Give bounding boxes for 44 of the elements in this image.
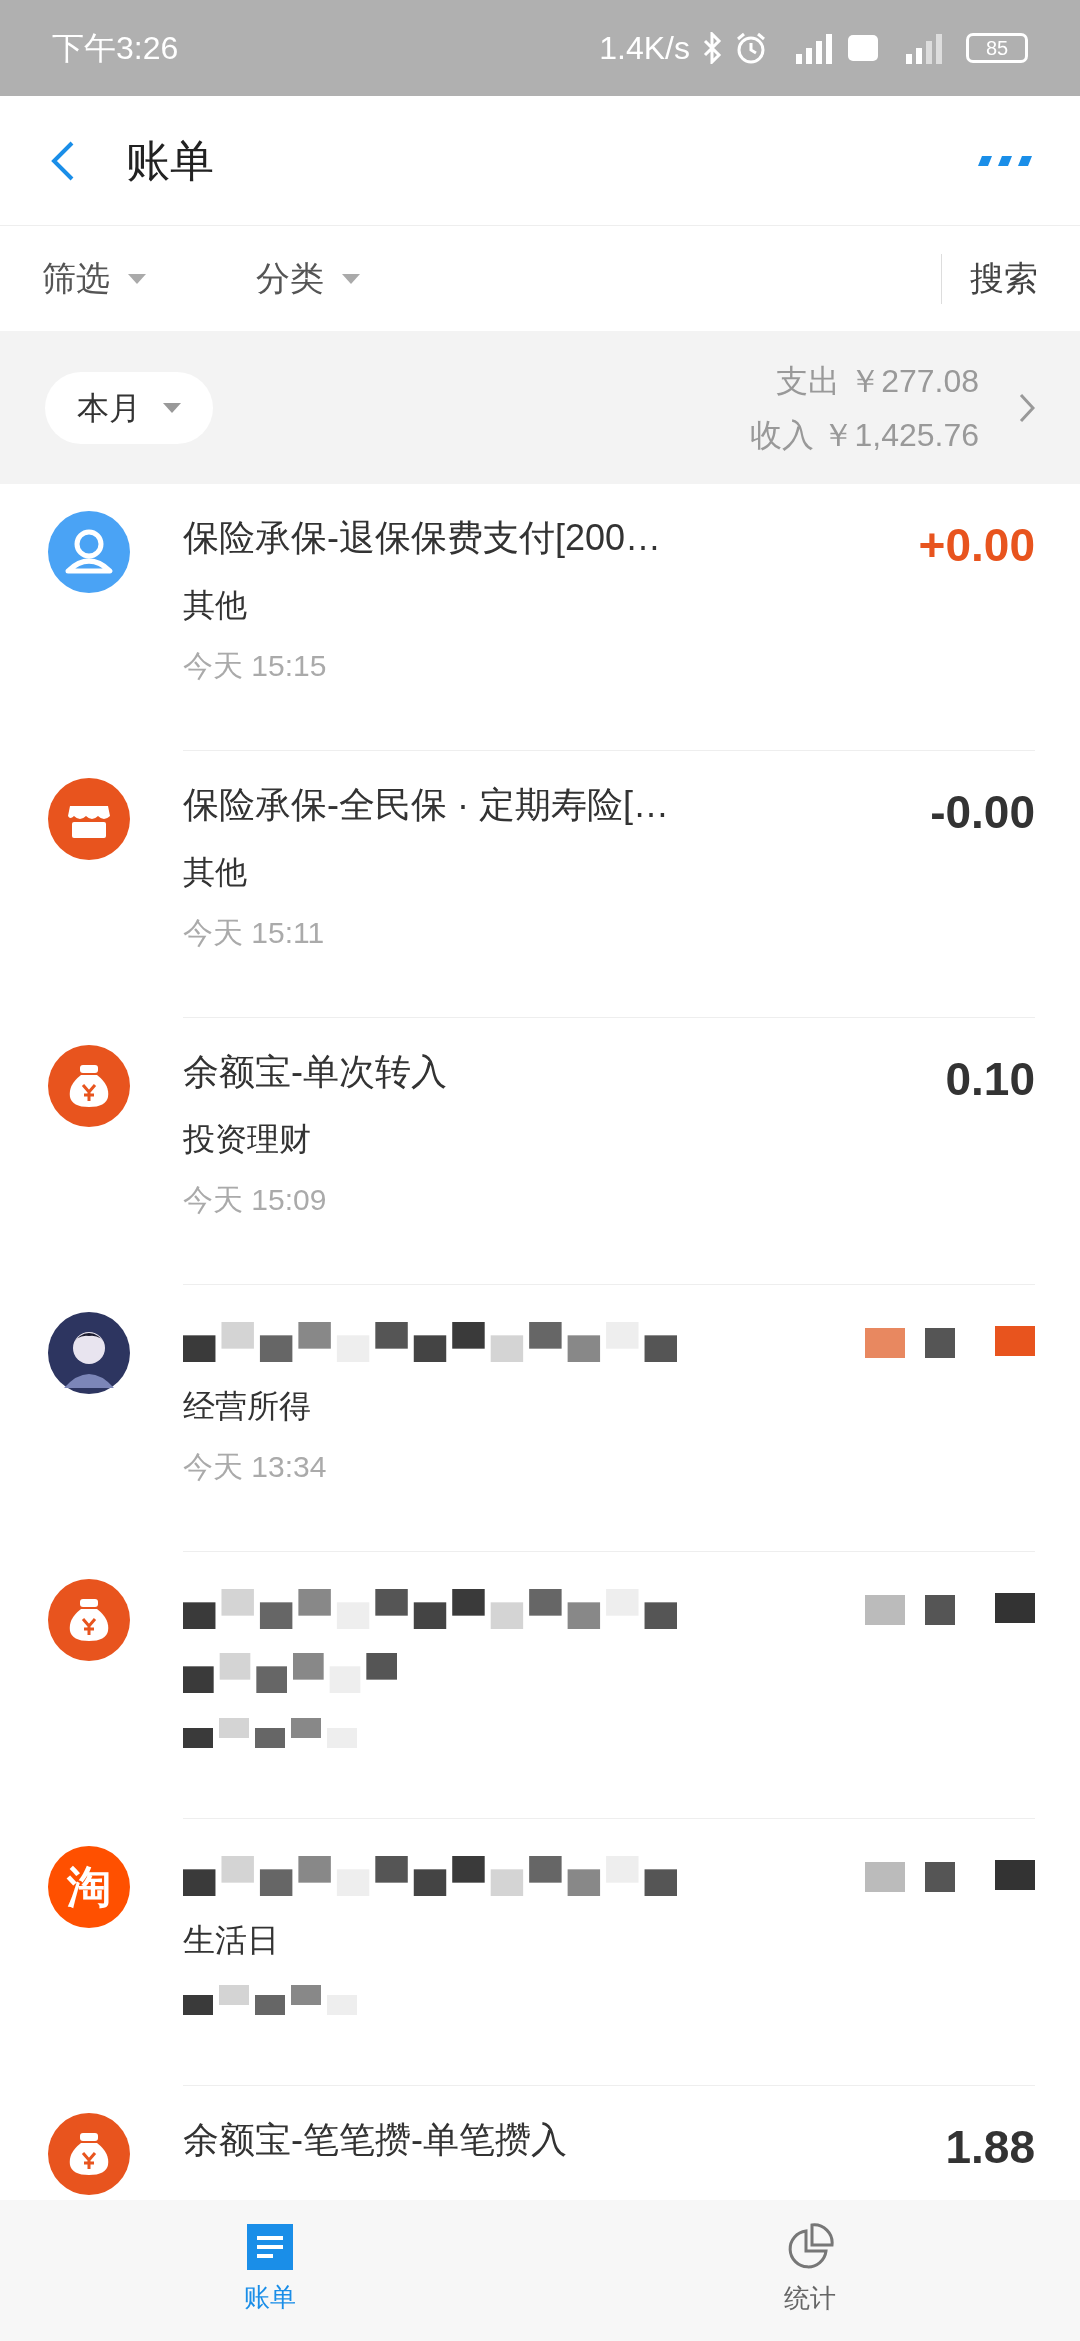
bill-title: 余额宝-笔笔攒-单笔攒入 — [183, 2118, 567, 2162]
person-icon — [48, 511, 130, 593]
chevron-right-icon[interactable] — [1019, 392, 1035, 423]
alarm-icon — [734, 31, 768, 65]
money-bag-icon — [48, 1045, 130, 1127]
bill-amount: 1.88 — [945, 2120, 1035, 2175]
money-bag-icon — [48, 1579, 130, 1661]
status-time: 下午3:26 — [52, 29, 179, 68]
bill-category: 经营所得 — [183, 1387, 311, 1426]
caret-icon — [128, 273, 146, 284]
caret-icon — [342, 273, 360, 284]
more-icon[interactable] — [976, 154, 1032, 167]
bill-category: 生活日 — [183, 1921, 279, 1960]
income-total: 收入 ￥1,425.76 — [749, 415, 979, 455]
tab-item[interactable]: 统计 — [540, 2200, 1080, 2341]
bill-time: 今天 15:09 — [183, 1181, 327, 1218]
search-button[interactable]: 搜索 — [970, 253, 1038, 304]
bluetooth-icon — [702, 32, 722, 64]
filter-dropdown[interactable]: 筛选 — [42, 253, 146, 304]
bill-amount: -0.00 — [930, 785, 1035, 840]
bill-time: 今天 15:11 — [183, 914, 325, 951]
filter-dropdown[interactable]: 分类 — [256, 253, 360, 304]
page-title: 账单 — [126, 134, 214, 187]
money-bag-icon — [48, 2113, 130, 2195]
caret-icon — [163, 402, 181, 413]
expense-total: 支出 ￥277.08 — [776, 361, 979, 401]
network-speed: 1.4K/s — [599, 29, 690, 68]
bill-title: 保险承保-全民保 · 定期寿险[… — [183, 783, 669, 827]
pie-chart-icon — [786, 2223, 834, 2271]
bill-time: 今天 15:15 — [183, 647, 327, 684]
bill-category: 投资理财 — [183, 1120, 311, 1159]
list-icon — [247, 2224, 293, 2270]
bill-title: 保险承保-退保保费支付[200… — [183, 516, 662, 560]
battery-indicator: 85 — [966, 33, 1028, 63]
bill-category: 其他 — [183, 586, 247, 625]
bill-amount: +0.00 — [918, 518, 1035, 573]
bill-amount: 0.10 — [945, 1052, 1035, 1107]
bill-category: 其他 — [183, 853, 247, 892]
bill-time: 今天 13:34 — [183, 1448, 327, 1485]
shopping-logo: 淘 — [48, 1846, 130, 1928]
shop-icon — [48, 778, 130, 860]
bill-title: 余额宝-单次转入 — [183, 1050, 447, 1094]
period-dropdown[interactable]: 本月 — [45, 371, 213, 444]
hd-icon — [848, 35, 878, 61]
